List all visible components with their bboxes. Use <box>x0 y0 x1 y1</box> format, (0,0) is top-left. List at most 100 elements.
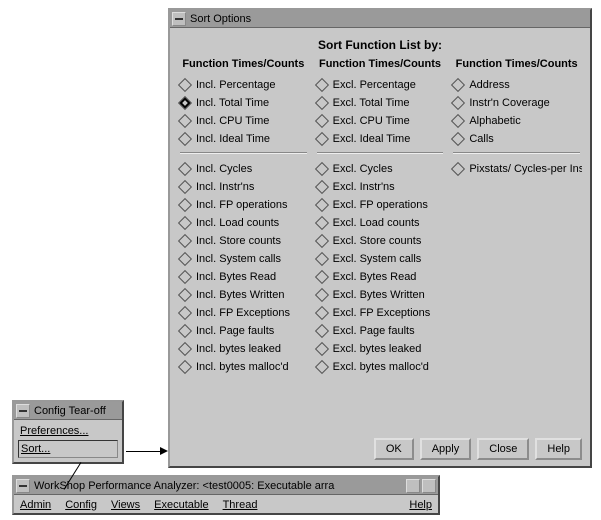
close-button[interactable]: Close <box>477 438 529 460</box>
help-button[interactable]: Help <box>535 438 582 460</box>
sort-option[interactable]: Alphabetic <box>451 112 582 130</box>
radio-diamond-icon <box>315 180 329 194</box>
radio-diamond-icon <box>178 360 192 374</box>
radio-diamond-icon <box>178 306 192 320</box>
menu-item[interactable]: Admin <box>20 499 51 511</box>
sort-option[interactable]: Incl. FP Exceptions <box>178 304 309 322</box>
radio-diamond-icon <box>315 234 329 248</box>
sort-option[interactable]: Incl. Bytes Written <box>178 286 309 304</box>
sort-option[interactable]: Incl. Load counts <box>178 214 309 232</box>
sort-option-label: Excl. Bytes Read <box>333 271 417 283</box>
sort-option[interactable]: Incl. Bytes Read <box>178 268 309 286</box>
sort-option[interactable]: Calls <box>451 130 582 148</box>
config-tearoff-window: Config Tear-off Preferences...Sort... <box>12 400 124 464</box>
sort-option-label: Incl. Total Time <box>196 97 269 109</box>
system-menu-icon[interactable] <box>16 404 30 418</box>
sort-option[interactable]: Incl. Total Time <box>178 94 309 112</box>
sort-option[interactable]: Excl. Total Time <box>315 94 446 112</box>
sort-option[interactable]: Excl. Bytes Read <box>315 268 446 286</box>
window-title: Sort Options <box>190 13 588 25</box>
tearoff-menu-item[interactable]: Sort... <box>18 440 118 458</box>
sort-option-label: Incl. Bytes Read <box>196 271 276 283</box>
titlebar[interactable]: Sort Options <box>170 10 590 28</box>
sort-option-label: Instr'n Coverage <box>469 97 549 109</box>
tearoff-menu-item[interactable]: Preferences... <box>18 422 118 440</box>
sort-option-label: Excl. Store counts <box>333 235 422 247</box>
sort-option[interactable]: Incl. System calls <box>178 250 309 268</box>
radio-diamond-icon <box>178 270 192 284</box>
sort-option[interactable]: Excl. Bytes Written <box>315 286 446 304</box>
sort-option-label: Incl. Instr'ns <box>196 181 254 193</box>
sort-option[interactable]: Incl. CPU Time <box>178 112 309 130</box>
radio-diamond-icon <box>315 324 329 338</box>
column-header: Function Times/Counts <box>315 58 446 70</box>
sort-option[interactable]: Address <box>451 76 582 94</box>
sort-option-label: Incl. CPU Time <box>196 115 269 127</box>
menu-item[interactable]: Thread <box>223 499 258 511</box>
titlebar[interactable]: WorkShop Performance Analyzer: <test0005… <box>14 477 438 495</box>
sort-option[interactable]: Incl. Page faults <box>178 322 309 340</box>
sort-option[interactable]: Incl. Percentage <box>178 76 309 94</box>
sort-option[interactable]: Excl. Cycles <box>315 160 446 178</box>
sort-option[interactable]: Pixstats/ Cycles-per Instr'n <box>451 160 582 178</box>
radio-diamond-icon <box>178 114 192 128</box>
sort-option[interactable]: Excl. Page faults <box>315 322 446 340</box>
arrow-tip-icon <box>160 447 168 455</box>
sort-option[interactable]: Excl. Ideal Time <box>315 130 446 148</box>
sort-option-label: Pixstats/ Cycles-per Instr'n <box>469 163 582 175</box>
sort-option[interactable]: Excl. Instr'ns <box>315 178 446 196</box>
menu-item[interactable]: Views <box>111 499 140 511</box>
sort-option[interactable]: Incl. Instr'ns <box>178 178 309 196</box>
menu-item[interactable]: Executable <box>154 499 208 511</box>
radio-diamond-icon <box>315 270 329 284</box>
radio-diamond-icon <box>178 180 192 194</box>
sort-option-label: Excl. Ideal Time <box>333 133 411 145</box>
sort-option[interactable]: Excl. System calls <box>315 250 446 268</box>
sort-option-label: Excl. Instr'ns <box>333 181 395 193</box>
sort-option[interactable]: Incl. Store counts <box>178 232 309 250</box>
sort-option[interactable]: Excl. CPU Time <box>315 112 446 130</box>
sort-option-label: Incl. Bytes Written <box>196 289 284 301</box>
sort-option[interactable]: Excl. bytes malloc'd <box>315 358 446 376</box>
separator <box>453 152 580 154</box>
sort-option[interactable]: Excl. Load counts <box>315 214 446 232</box>
sort-option[interactable]: Incl. Ideal Time <box>178 130 309 148</box>
sort-option-label: Excl. Percentage <box>333 79 416 91</box>
minimize-icon[interactable] <box>406 479 420 493</box>
radio-diamond-icon <box>451 132 465 146</box>
system-menu-icon[interactable] <box>172 12 186 26</box>
sort-option[interactable]: Incl. Cycles <box>178 160 309 178</box>
sort-option-label: Incl. FP Exceptions <box>196 307 290 319</box>
menu-item[interactable]: Config <box>65 499 97 511</box>
sort-option[interactable]: Excl. FP Exceptions <box>315 304 446 322</box>
radio-diamond-icon <box>315 306 329 320</box>
radio-diamond-icon <box>451 114 465 128</box>
radio-diamond-icon <box>315 132 329 146</box>
radio-diamond-icon <box>178 288 192 302</box>
maximize-icon[interactable] <box>422 479 436 493</box>
sort-option[interactable]: Excl. FP operations <box>315 196 446 214</box>
sort-option[interactable]: Instr'n Coverage <box>451 94 582 112</box>
sort-option[interactable]: Incl. bytes malloc'd <box>178 358 309 376</box>
system-menu-icon[interactable] <box>16 479 30 493</box>
sort-option[interactable]: Excl. Percentage <box>315 76 446 94</box>
sort-option[interactable]: Incl. bytes leaked <box>178 340 309 358</box>
sort-option-label: Excl. Load counts <box>333 217 420 229</box>
separator <box>180 152 307 154</box>
radio-diamond-icon <box>451 78 465 92</box>
menu-help[interactable]: Help <box>409 499 432 511</box>
sort-option-label: Incl. Cycles <box>196 163 252 175</box>
ok-button[interactable]: OK <box>374 438 414 460</box>
sort-option[interactable]: Incl. FP operations <box>178 196 309 214</box>
sort-option[interactable]: Excl. bytes leaked <box>315 340 446 358</box>
radio-diamond-icon <box>178 342 192 356</box>
radio-diamond-icon <box>315 198 329 212</box>
column-header: Function Times/Counts <box>451 58 582 70</box>
annotation-arrow <box>126 451 160 452</box>
apply-button[interactable]: Apply <box>420 438 472 460</box>
radio-diamond-icon <box>315 114 329 128</box>
sort-option-label: Excl. System calls <box>333 253 422 265</box>
sort-option[interactable]: Excl. Store counts <box>315 232 446 250</box>
sort-option-label: Excl. Total Time <box>333 97 410 109</box>
titlebar[interactable]: Config Tear-off <box>14 402 122 420</box>
